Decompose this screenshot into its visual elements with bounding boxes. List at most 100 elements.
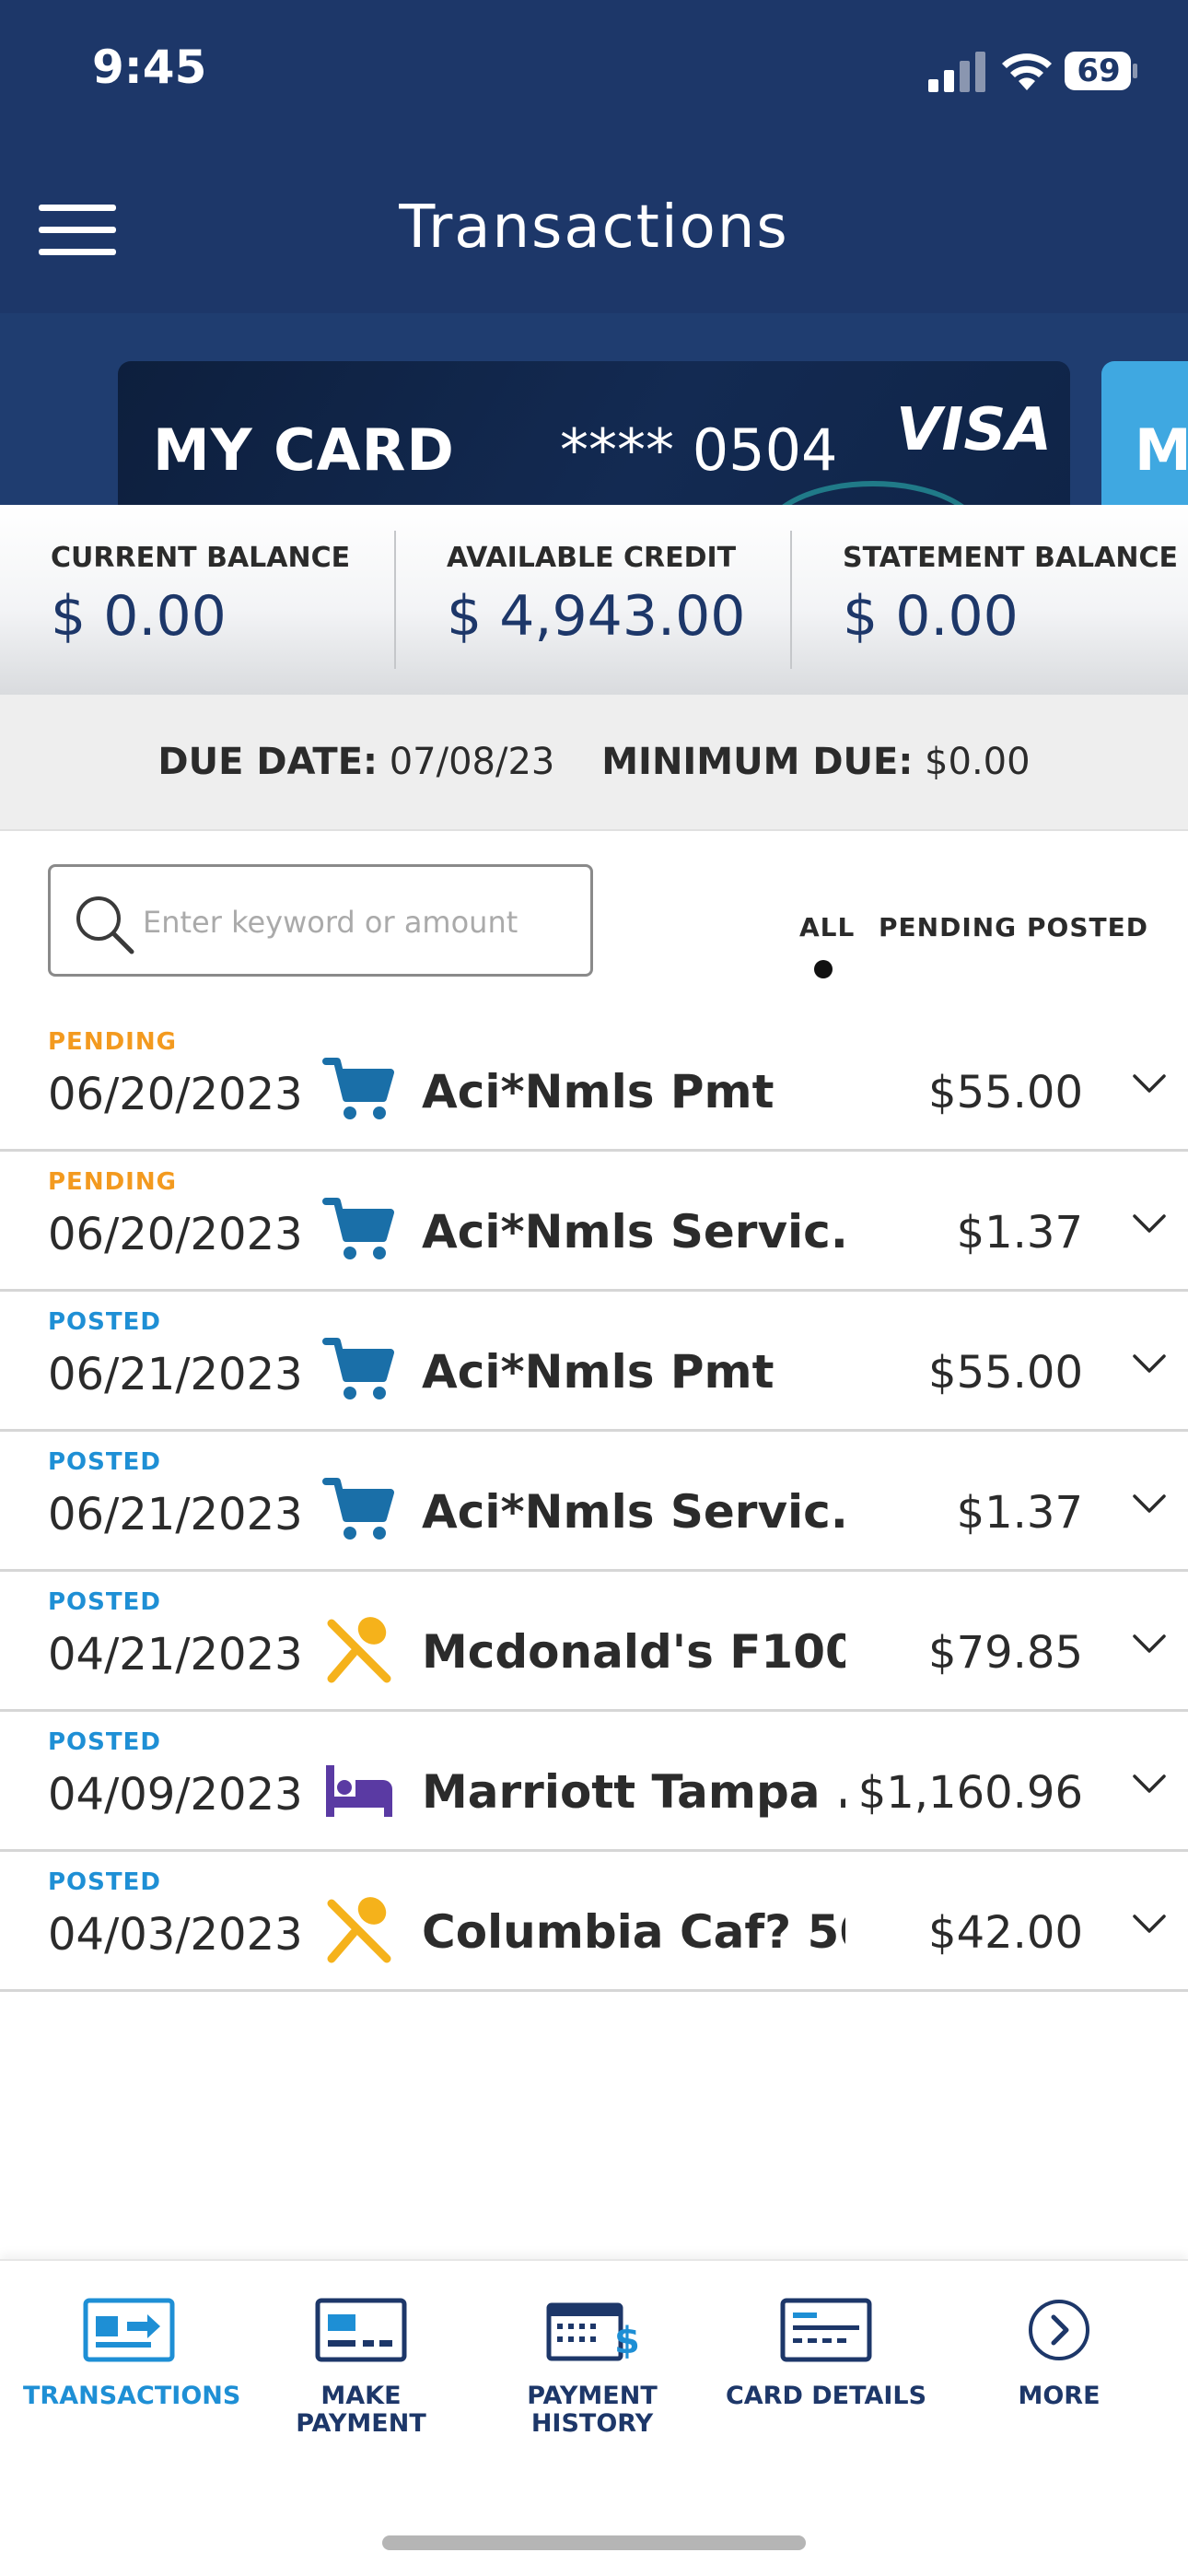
- chevron-down-icon[interactable]: [1131, 1072, 1168, 1096]
- make-payment-icon: [315, 2298, 407, 2362]
- balance-value: $ 4,943.00: [447, 584, 746, 649]
- chevron-down-icon[interactable]: [1131, 1913, 1168, 1937]
- current-balance: CURRENT BALANCE $ 0.00: [0, 505, 396, 695]
- nav-transactions[interactable]: TRANSACTIONS: [23, 2298, 241, 2464]
- nav-label: MORE: [953, 2383, 1165, 2410]
- transaction-row[interactable]: POSTED 06/21/2023 Aci*Nmls Servic... $1.…: [0, 1432, 1188, 1572]
- transaction-status: POSTED: [48, 1728, 161, 1756]
- bed-icon: [322, 1752, 396, 1826]
- nav-label-line1: CARD DETAILS: [725, 2382, 927, 2410]
- next-card-name: M: [1135, 416, 1188, 484]
- transaction-merchant: Marriott Tampa ...: [422, 1765, 845, 1819]
- nav-label-line2: HISTORY: [530, 2409, 654, 2438]
- transaction-status: PENDING: [48, 1028, 177, 1056]
- transaction-amount: $55.00: [928, 1067, 1083, 1118]
- next-card-tile[interactable]: M: [1101, 361, 1188, 505]
- app-header: Transactions: [0, 147, 1188, 313]
- transaction-row[interactable]: POSTED 04/09/2023 Marriott Tampa ... $1,…: [0, 1712, 1188, 1852]
- status-bar: 9:45 69: [0, 0, 1188, 147]
- nav-label-line1: PAYMENT: [527, 2382, 658, 2410]
- transaction-amount: $79.85: [928, 1627, 1083, 1679]
- card-name: MY CARD: [153, 416, 455, 484]
- cart-icon: [322, 1332, 396, 1406]
- chevron-down-icon[interactable]: [1131, 1493, 1168, 1516]
- due-info: DUE DATE: 07/08/23 MINIMUM DUE: $0.00: [0, 741, 1188, 783]
- transaction-row[interactable]: POSTED 04/21/2023 Mcdonald's F100... $79…: [0, 1572, 1188, 1712]
- balance-label: CURRENT BALANCE: [51, 542, 351, 574]
- home-indicator: [382, 2535, 806, 2550]
- card-tile[interactable]: MY CARD **** 0504 VISA: [118, 361, 1070, 505]
- nav-label-line1: MAKE: [320, 2382, 402, 2410]
- transaction-date: 04/03/2023: [48, 1909, 303, 1961]
- transaction-date: 06/20/2023: [48, 1069, 303, 1120]
- search-box[interactable]: [48, 864, 593, 977]
- utensils-icon: [322, 1892, 396, 1966]
- transaction-row[interactable]: POSTED 04/03/2023 Columbia Caf? 501 $42.…: [0, 1852, 1188, 1992]
- nav-label: TRANSACTIONS: [23, 2382, 241, 2410]
- statement-balance: STATEMENT BALANCE $ 0.00: [792, 505, 1188, 695]
- utensils-icon: [322, 1612, 396, 1686]
- svg-text:$: $: [614, 2320, 638, 2362]
- nav-payment-history[interactable]: $ PAYMENT HISTORY: [486, 2298, 698, 2464]
- filter-tab-all[interactable]: ALL: [799, 912, 855, 943]
- transaction-row[interactable]: PENDING 06/20/2023 Aci*Nmls Pmt $55.00: [0, 1012, 1188, 1152]
- nav-label: PAYMENT HISTORY: [486, 2383, 698, 2438]
- card-details-icon: [780, 2298, 872, 2362]
- transaction-merchant: Aci*Nmls Servic...: [422, 1205, 845, 1259]
- transaction-status: POSTED: [48, 1588, 161, 1616]
- transaction-merchant: Mcdonald's F100...: [422, 1625, 845, 1679]
- selected-filter-indicator: [814, 960, 833, 978]
- minimum-due: $0.00: [925, 741, 1031, 783]
- transaction-status: PENDING: [48, 1168, 177, 1196]
- chevron-down-icon[interactable]: [1131, 1352, 1168, 1376]
- transaction-amount: $1.37: [956, 1207, 1083, 1259]
- page-title: Transactions: [399, 193, 789, 262]
- transaction-date: 06/21/2023: [48, 1489, 303, 1540]
- nav-label-line1: MORE: [1018, 2382, 1101, 2410]
- balance-label: STATEMENT BALANCE: [843, 542, 1178, 574]
- cart-icon: [322, 1192, 396, 1266]
- balance-value: $ 0.00: [51, 584, 227, 649]
- bottom-nav: TRANSACTIONS MAKE PAYMENT $ PAYMENT HIST…: [0, 2259, 1188, 2576]
- due-info-bar: DUE DATE: 07/08/23 MINIMUM DUE: $0.00: [0, 695, 1188, 831]
- transaction-merchant: Aci*Nmls Pmt: [422, 1345, 775, 1399]
- transaction-amount: $42.00: [928, 1907, 1083, 1959]
- transaction-date: 06/20/2023: [48, 1209, 303, 1260]
- status-time: 9:45: [92, 41, 207, 94]
- payment-history-icon: $: [546, 2298, 640, 2362]
- due-date: 07/08/23: [389, 741, 555, 783]
- transaction-merchant: Aci*Nmls Pmt: [422, 1065, 775, 1118]
- transaction-status: POSTED: [48, 1448, 161, 1476]
- nav-label-line1: TRANSACTIONS: [23, 2382, 241, 2410]
- chevron-down-icon[interactable]: [1131, 1633, 1168, 1657]
- transaction-merchant: Columbia Caf? 501: [422, 1905, 845, 1959]
- search-input[interactable]: [143, 887, 576, 957]
- transaction-row[interactable]: POSTED 06/21/2023 Aci*Nmls Pmt $55.00: [0, 1292, 1188, 1432]
- transaction-date: 06/21/2023: [48, 1349, 303, 1400]
- nav-card-details[interactable]: CARD DETAILS: [720, 2298, 932, 2464]
- balance-value: $ 0.00: [843, 584, 1019, 649]
- nav-make-payment[interactable]: MAKE PAYMENT: [255, 2298, 467, 2464]
- more-icon: [1013, 2298, 1105, 2362]
- transaction-status: POSTED: [48, 1308, 161, 1336]
- battery-level: 69: [1077, 53, 1121, 89]
- transaction-date: 04/09/2023: [48, 1769, 303, 1821]
- chevron-down-icon[interactable]: [1131, 1773, 1168, 1797]
- card-decoration: [763, 481, 984, 505]
- filter-tab-posted[interactable]: POSTED: [1027, 912, 1148, 943]
- transaction-status: POSTED: [48, 1868, 161, 1896]
- balance-summary: CURRENT BALANCE $ 0.00 AVAILABLE CREDIT …: [0, 505, 1188, 695]
- transactions-icon: [83, 2298, 175, 2362]
- transaction-row[interactable]: PENDING 06/20/2023 Aci*Nmls Servic... $1…: [0, 1152, 1188, 1292]
- filter-tab-pending[interactable]: PENDING: [879, 912, 1017, 943]
- transaction-amount: $1.37: [956, 1487, 1083, 1539]
- signal-icon: [928, 52, 985, 92]
- search-icon: [76, 896, 134, 954]
- card-brand-logo: VISA: [896, 396, 1052, 464]
- card-carousel[interactable]: MY CARD **** 0504 VISA M: [0, 313, 1188, 505]
- transaction-amount: $1,160.96: [857, 1767, 1083, 1819]
- nav-label: MAKE PAYMENT: [255, 2383, 467, 2438]
- chevron-down-icon[interactable]: [1131, 1212, 1168, 1236]
- nav-more[interactable]: MORE: [953, 2298, 1165, 2464]
- cart-icon: [322, 1472, 396, 1546]
